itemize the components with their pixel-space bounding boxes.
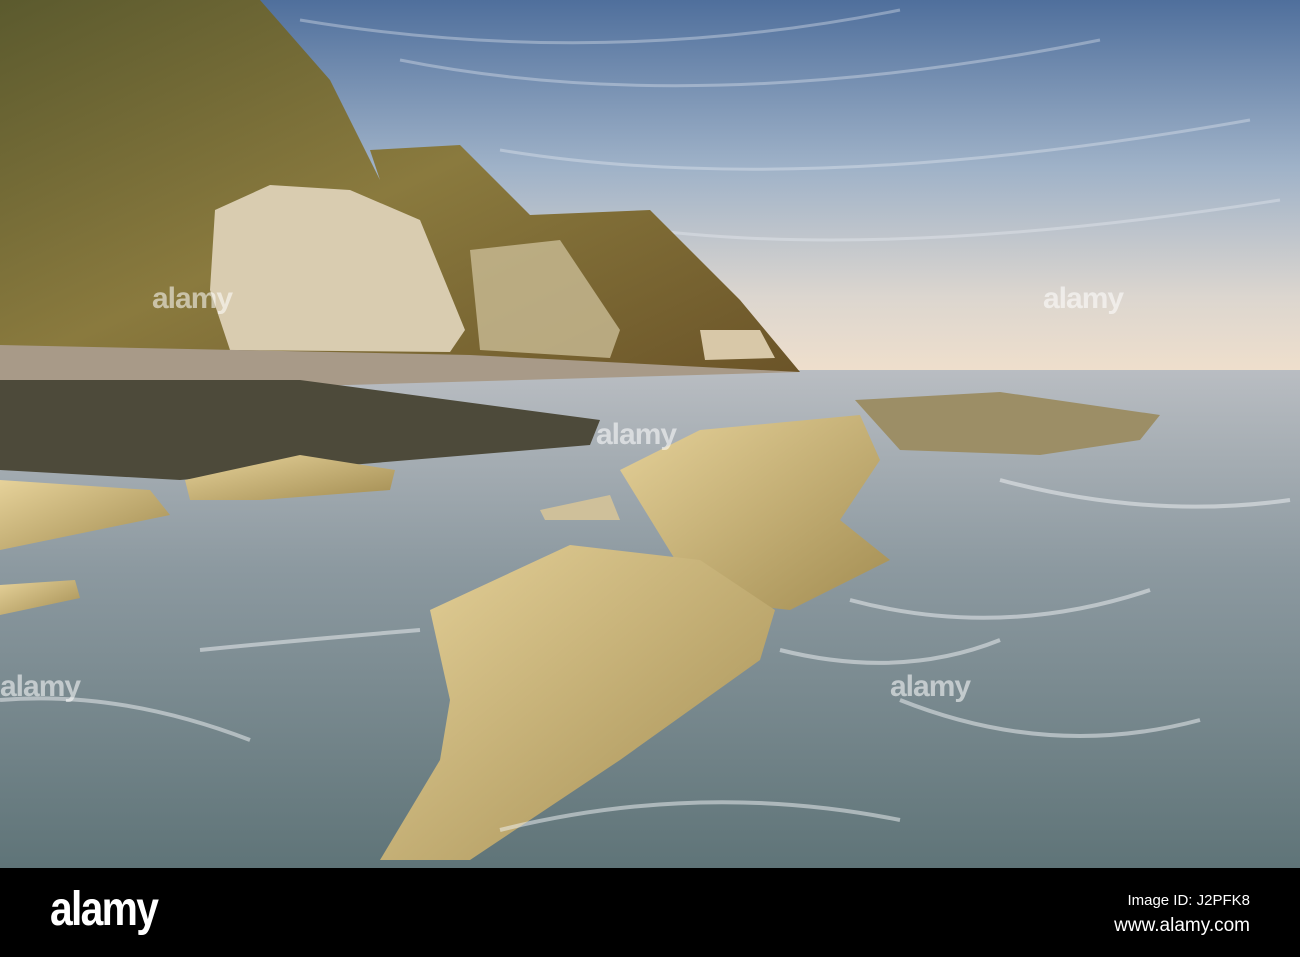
footer-bar: alamy Image ID: J2PFK8 www.alamy.com [0, 868, 1300, 957]
image-id: Image ID: J2PFK8 [1127, 892, 1250, 909]
watermark: alamy [0, 670, 81, 703]
watermark: alamy [890, 670, 971, 703]
alamy-logo: alamy [50, 883, 159, 936]
watermark: alamy [596, 418, 677, 451]
watermark: alamy [152, 282, 233, 315]
watermark: alamy [1043, 282, 1124, 315]
website-link[interactable]: www.alamy.com [1114, 915, 1250, 937]
